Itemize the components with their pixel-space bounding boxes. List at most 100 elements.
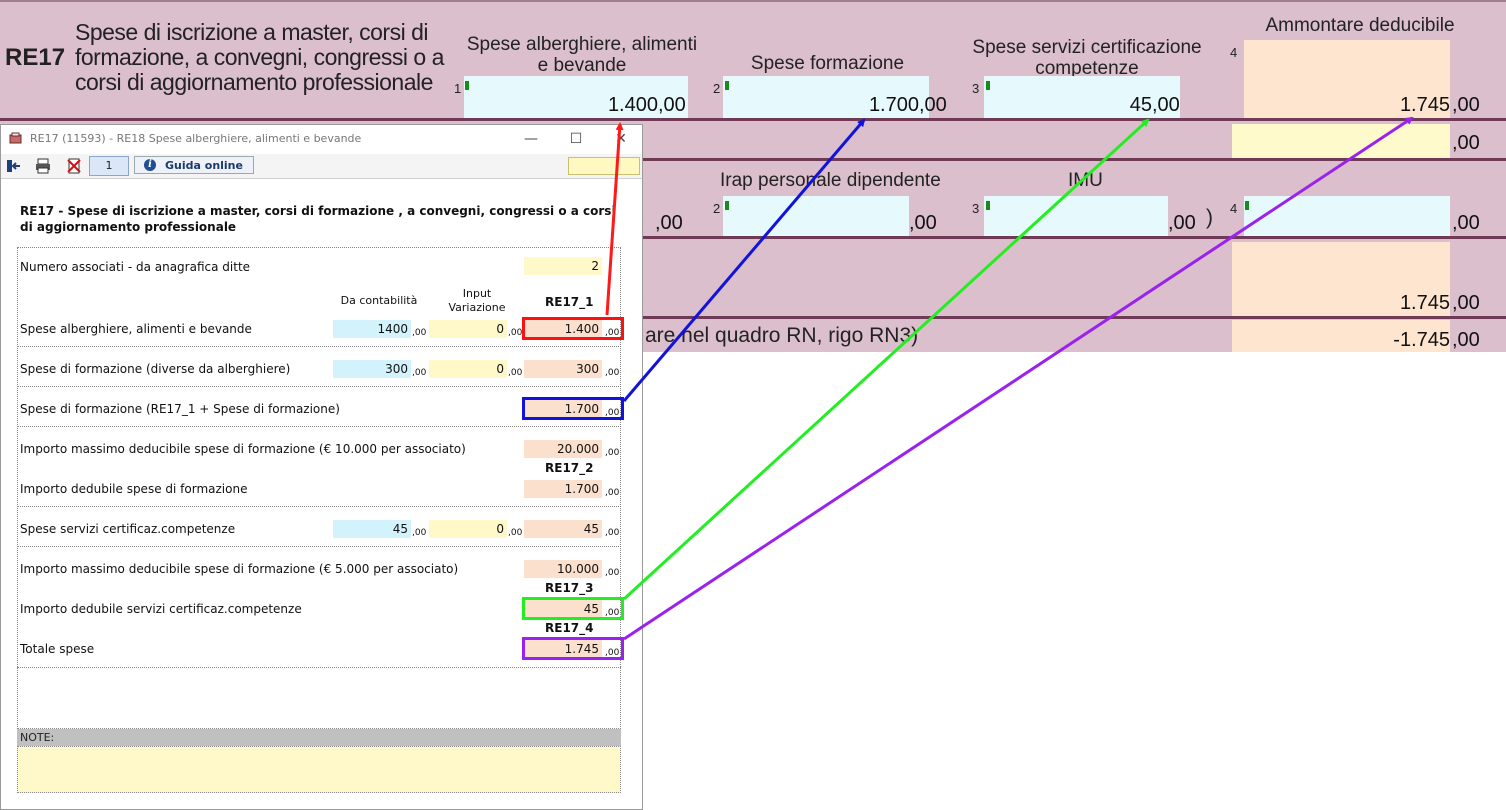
- formazione-total-field[interactable]: 300: [524, 360, 602, 378]
- info-icon: i: [144, 159, 156, 171]
- row-description: Spese di iscrizione a master, corsi di f…: [75, 19, 444, 95]
- field-number: 1: [454, 81, 462, 96]
- decimals: ,00: [412, 368, 427, 378]
- alberghiere-label: Spese alberghiere, alimenti e bevande: [20, 322, 252, 336]
- field-value: -1.745: [1393, 329, 1450, 351]
- field-number: 2: [713, 81, 721, 96]
- dedubile-formazione-label: Importo dedubile spese di formazione: [20, 482, 248, 496]
- form-field-r5-4[interactable]: -1.745 ,00: [1228, 320, 1490, 352]
- decimals: ,00: [605, 528, 620, 538]
- field-decimals: ,00: [1452, 94, 1480, 116]
- notes-textarea[interactable]: [17, 746, 621, 793]
- decimals: ,00: [605, 368, 620, 378]
- field-marker-icon: [725, 201, 729, 210]
- max-certificazione-field[interactable]: 10.000: [524, 560, 602, 578]
- field-decimals: ,00: [909, 212, 937, 234]
- header-re17-2: RE17_2: [545, 461, 594, 475]
- header-da-contabilita: Da contabilità: [340, 294, 418, 307]
- window-title: RE17 (11593) - RE18 Spese alberghiere, a…: [30, 132, 362, 145]
- form-field-r3-1[interactable]: ,00: [645, 196, 707, 236]
- field-decimals: ,00: [919, 94, 947, 116]
- field-number: 3: [972, 201, 980, 216]
- certificazione-contab-field[interactable]: 45: [333, 520, 411, 538]
- max-certificazione-label: Importo massimo deducibile spese di form…: [20, 562, 459, 576]
- form-field-row2[interactable]: ,00: [1228, 124, 1490, 158]
- toolbar-yellow-field[interactable]: [568, 157, 640, 175]
- highlight-green-box: [522, 597, 624, 620]
- field-number: 4: [1230, 201, 1238, 216]
- formazione-variazione-field[interactable]: 0: [429, 360, 507, 378]
- field-marker-icon: [725, 81, 729, 90]
- dedubile-certificazione-label: Importo dedubile servizi certificaz.comp…: [20, 602, 302, 616]
- form-field-r4-4[interactable]: 1.745 ,00: [1228, 242, 1490, 316]
- field-number: 2: [713, 201, 721, 216]
- decimals: ,00: [412, 528, 427, 538]
- dialog-title: RE17 - Spese di iscrizione a master, cor…: [20, 204, 616, 234]
- decimals: ,00: [605, 448, 620, 458]
- print-icon[interactable]: [34, 157, 52, 175]
- irap-head: Irap personale dipendente: [720, 170, 941, 191]
- field-number: 4: [1230, 45, 1238, 60]
- minimize-button[interactable]: —: [517, 128, 545, 150]
- form-field-r3-2[interactable]: 2 ,00: [711, 196, 951, 236]
- formazione-label: Spese di formazione (diverse da alberghi…: [20, 362, 291, 376]
- decimals: ,00: [508, 368, 523, 378]
- field-value: 1.745: [1399, 292, 1450, 314]
- field-decimals: ,00: [1452, 212, 1480, 234]
- max-formazione-field[interactable]: 20.000: [524, 440, 602, 458]
- formazione-contab-field[interactable]: 300: [333, 360, 411, 378]
- form-field-3[interactable]: 3 45 ,00: [970, 76, 1210, 118]
- max-formazione-label: Importo massimo deducibile spese di form…: [20, 442, 466, 456]
- field-value: 1.745: [1399, 94, 1450, 116]
- alberghiere-variazione-field[interactable]: 0: [429, 320, 507, 338]
- exit-icon[interactable]: [5, 157, 23, 175]
- decimals: ,00: [605, 568, 620, 578]
- form-field-4[interactable]: 4 1.745 ,00: [1228, 40, 1490, 118]
- field-marker-icon: [986, 201, 990, 210]
- decimals: ,00: [508, 328, 523, 338]
- certificazione-total-field[interactable]: 45: [524, 520, 602, 538]
- re17-dialog-window[interactable]: RE17 (11593) - RE18 Spese alberghiere, a…: [0, 124, 643, 810]
- numero-associati-field[interactable]: 2: [524, 257, 602, 275]
- field-value: 1.700: [868, 94, 919, 116]
- empty-panel: [17, 667, 621, 729]
- numero-associati-label: Numero associati - da anagrafica ditte: [20, 260, 251, 274]
- highlight-blue-box: [522, 397, 624, 420]
- app-icon: [9, 132, 22, 144]
- field-decimals: ,00: [1452, 292, 1480, 314]
- decimals: ,00: [508, 528, 523, 538]
- field-decimals: ,00: [658, 94, 686, 116]
- field-number: 3: [972, 81, 980, 96]
- dialog-toolbar: 1 i Guida online: [1, 154, 642, 179]
- row-code: RE17: [5, 44, 66, 71]
- page-number-field[interactable]: 1: [89, 156, 129, 176]
- imu-head: IMU: [1068, 170, 1103, 191]
- alberghiere-contab-field[interactable]: 1400: [333, 320, 411, 338]
- field-decimals: ,00: [1452, 329, 1480, 351]
- form-field-r3-4[interactable]: 4 ,00: [1228, 196, 1490, 236]
- col-head-certificazione: Spese servizi certificazione competenze: [972, 37, 1202, 79]
- field-decimals: ,00: [655, 212, 683, 234]
- decimals: ,00: [412, 328, 427, 338]
- maximize-button[interactable]: ☐: [562, 128, 590, 150]
- certificazione-variazione-field[interactable]: 0: [429, 520, 507, 538]
- header-input-variazione: Input Variazione: [448, 287, 506, 314]
- header-re17-1: RE17_1: [545, 295, 594, 309]
- notes-header: NOTE:: [17, 729, 621, 746]
- decimals: ,00: [605, 488, 620, 498]
- form-field-2[interactable]: 2 1.700 ,00: [711, 76, 951, 118]
- dedubile-formazione-field[interactable]: 1.700: [524, 480, 602, 498]
- header-re17-3: RE17_3: [545, 581, 594, 595]
- close-button[interactable]: ✕: [607, 128, 635, 150]
- field-decimals: ,00: [1452, 132, 1480, 154]
- field-marker-icon: [1245, 201, 1249, 210]
- guida-online-button[interactable]: i Guida online: [134, 156, 254, 174]
- guida-online-label: Guida online: [165, 159, 243, 172]
- window-titlebar[interactable]: RE17 (11593) - RE18 Spese alberghiere, a…: [1, 125, 642, 153]
- form-field-r3-3[interactable]: 3 ,00: [970, 196, 1210, 236]
- rn-reference-text: are nel quadro RN, rigo RN3): [645, 324, 919, 347]
- field-decimals: ,00: [1168, 212, 1196, 234]
- form-field-1[interactable]: 1 1.400 ,00: [452, 76, 692, 118]
- delete-icon[interactable]: [65, 157, 83, 175]
- certificazione-label: Spese servizi certificaz.competenze: [20, 522, 236, 536]
